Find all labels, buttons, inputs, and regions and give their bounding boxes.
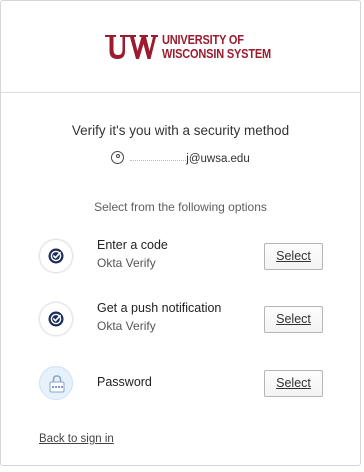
identity-row: j@uwsa.edu <box>1 151 360 165</box>
page-title: Verify it's you with a security method <box>71 123 290 138</box>
select-password-button[interactable]: Select <box>264 370 323 397</box>
uw-logo-mark-icon <box>105 35 158 59</box>
okta-verify-icon <box>39 302 73 336</box>
option-sublabel: Okta Verify <box>97 256 156 270</box>
option-sublabel: Okta Verify <box>97 319 156 333</box>
option-push-notification: Get a push notification Okta Verify Sele… <box>1 297 360 341</box>
user-icon <box>111 151 125 164</box>
logo-line-1: UNIVERSITY OF <box>162 33 244 47</box>
options-subtitle: Select from the following options <box>94 200 267 214</box>
option-label: Enter a code <box>97 238 168 252</box>
option-enter-code: Enter a code Okta Verify Select <box>1 234 360 278</box>
back-to-sign-in-link[interactable]: Back to sign in <box>39 433 114 445</box>
option-password: Password Select <box>1 361 360 405</box>
select-push-button[interactable]: Select <box>264 306 323 333</box>
select-enter-code-button[interactable]: Select <box>264 243 323 270</box>
option-label: Password <box>97 375 152 389</box>
option-label: Get a push notification <box>97 301 222 315</box>
logo-wordmark: UNIVERSITY OF WISCONSIN SYSTEM <box>162 33 271 61</box>
logo-line-2: WISCONSIN SYSTEM <box>162 47 272 61</box>
redacted-username <box>130 152 187 161</box>
card-header: UNIVERSITY OF WISCONSIN SYSTEM <box>1 1 360 93</box>
auth-card: UNIVERSITY OF WISCONSIN SYSTEM Verify it… <box>0 0 361 466</box>
okta-verify-icon <box>39 239 73 273</box>
identity-email: j@uwsa.edu <box>186 153 250 165</box>
password-icon <box>39 366 73 400</box>
uw-system-logo: UNIVERSITY OF WISCONSIN SYSTEM <box>104 32 271 64</box>
